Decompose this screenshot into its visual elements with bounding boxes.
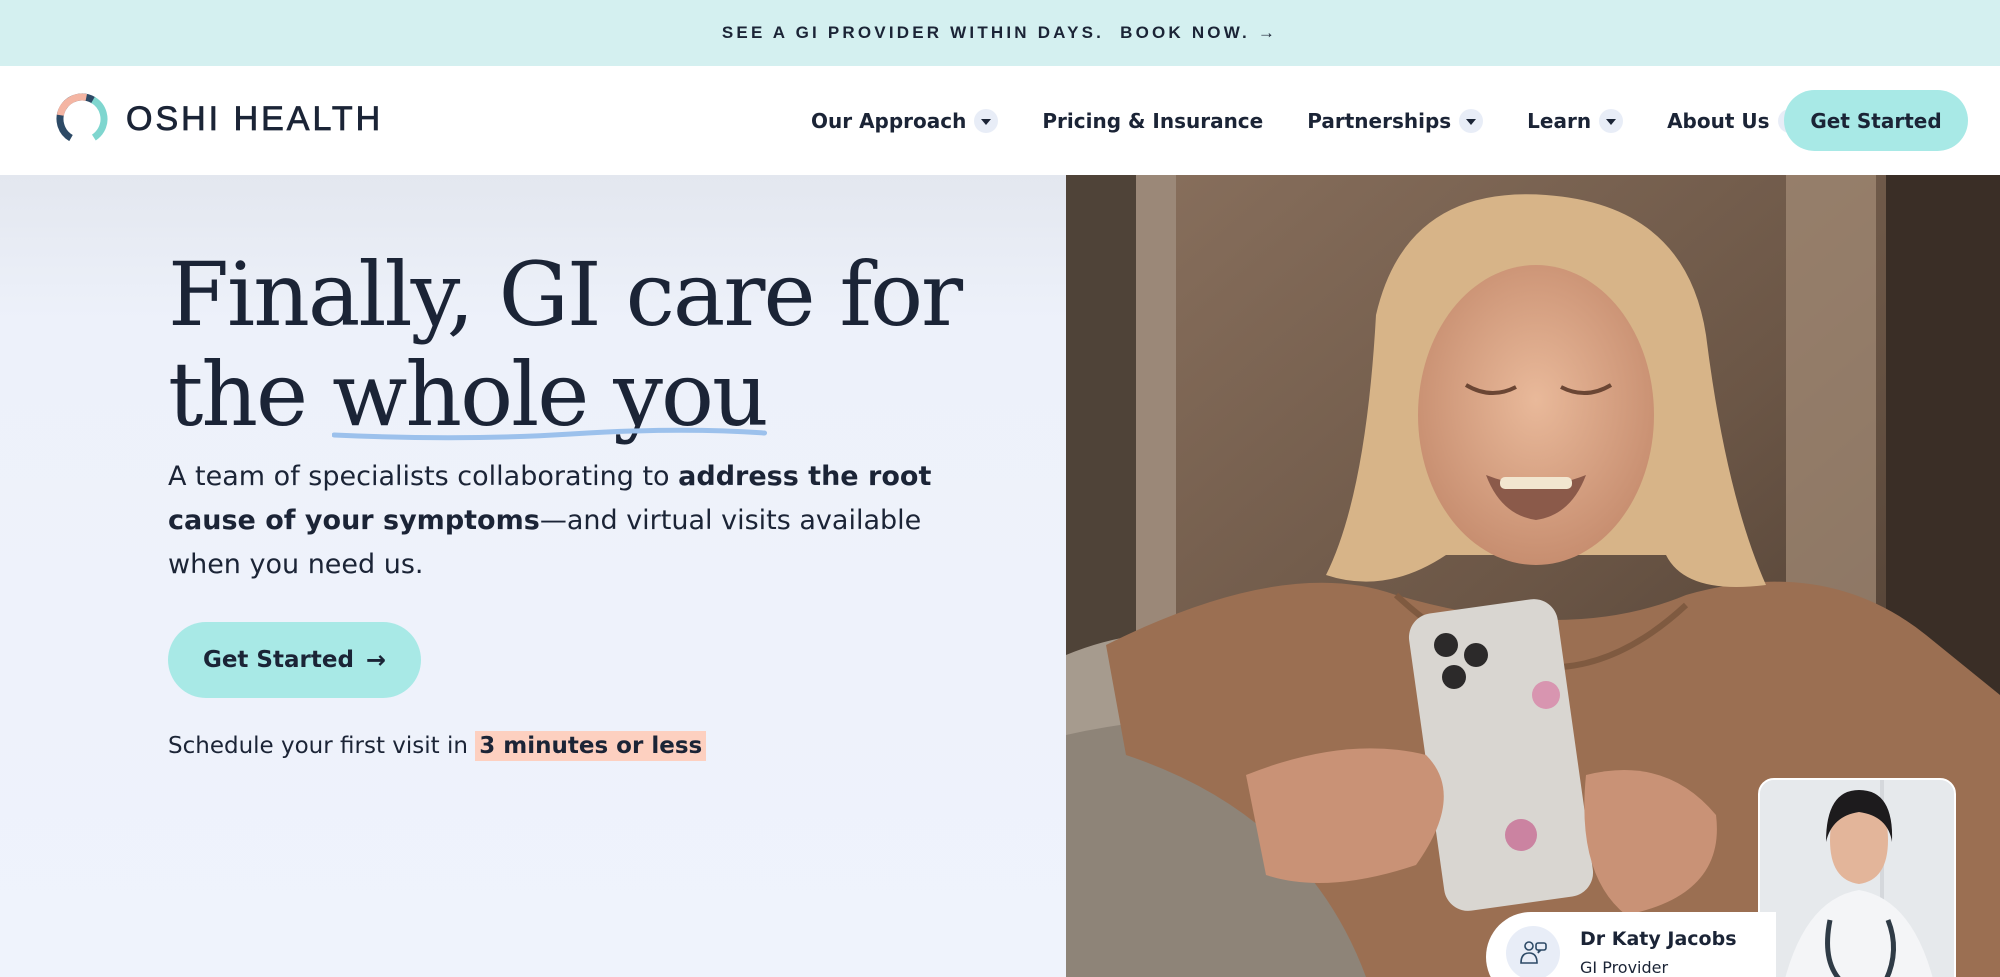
announcement-cta: BOOK NOW. → [1120,23,1279,42]
nav-pricing-insurance[interactable]: Pricing & Insurance [1042,109,1263,133]
provider-portrait-image [1760,780,1954,977]
nav-label: Learn [1527,108,1592,133]
nav-about-us[interactable]: About Us [1667,108,1802,133]
subcopy-text-1: A team of specialists collaborating to [168,461,670,492]
header-get-started-button[interactable]: Get Started [1784,90,1968,151]
announcement-text: SEE A GI PROVIDER WITHIN DAYS. [721,23,1105,42]
hero-headline: Finally, GI care for the whole you [168,245,1028,445]
announcement-link[interactable]: SEE A GI PROVIDER WITHIN DAYS. BOOK NOW. … [722,23,1278,43]
headline-line-1: Finally, GI care for [168,243,963,346]
nav-label: Partnerships [1307,108,1452,133]
chevron-down-icon[interactable] [1459,108,1484,133]
headline-underlined-phrase: whole you [332,345,769,445]
oshi-logo-icon [56,93,108,145]
provider-role: GI Provider [1580,958,1669,977]
arrow-right-icon: → [365,646,387,674]
logo[interactable]: OSHI HEALTH [54,91,383,147]
schedule-note: Schedule your first visit in 3 minutes o… [168,731,707,761]
hero-section: Finally, GI care for the whole you A tea… [0,175,1066,977]
chevron-down-icon[interactable] [1599,108,1624,133]
site-header: OSHI HEALTH Our Approach Pricing & Insur… [0,66,2000,175]
nav-label: About Us [1667,108,1770,133]
underline-squiggle [332,427,767,441]
nav-partnerships[interactable]: Partnerships [1307,108,1484,133]
provider-name: Dr Katy Jacobs [1580,928,1737,950]
nav-learn[interactable]: Learn [1527,108,1624,133]
provider-name-card: Dr Katy Jacobs GI Provider [1486,912,1776,977]
nav-label: Our Approach [811,108,967,133]
hero-subcopy: A team of specialists collaborating to a… [168,455,968,587]
headline-line-2-start: the [168,343,308,446]
nav-label: Pricing & Insurance [1042,108,1264,133]
announcement-bar: SEE A GI PROVIDER WITHIN DAYS. BOOK NOW. … [0,0,2000,66]
hero-cta-label: Get Started [202,647,354,673]
main-nav: Our Approach Pricing & Insurance Partner… [811,66,1846,175]
schedule-highlight: 3 minutes or less [475,731,707,761]
logo-text: OSHI HEALTH [126,99,384,138]
doctor-chat-icon [1506,926,1560,977]
hero-get-started-button[interactable]: Get Started → [168,622,421,698]
provider-video-thumbnail[interactable] [1758,778,1956,977]
chevron-down-icon[interactable] [974,108,999,133]
schedule-text: Schedule your first visit in [168,733,468,759]
nav-our-approach[interactable]: Our Approach [811,108,999,133]
